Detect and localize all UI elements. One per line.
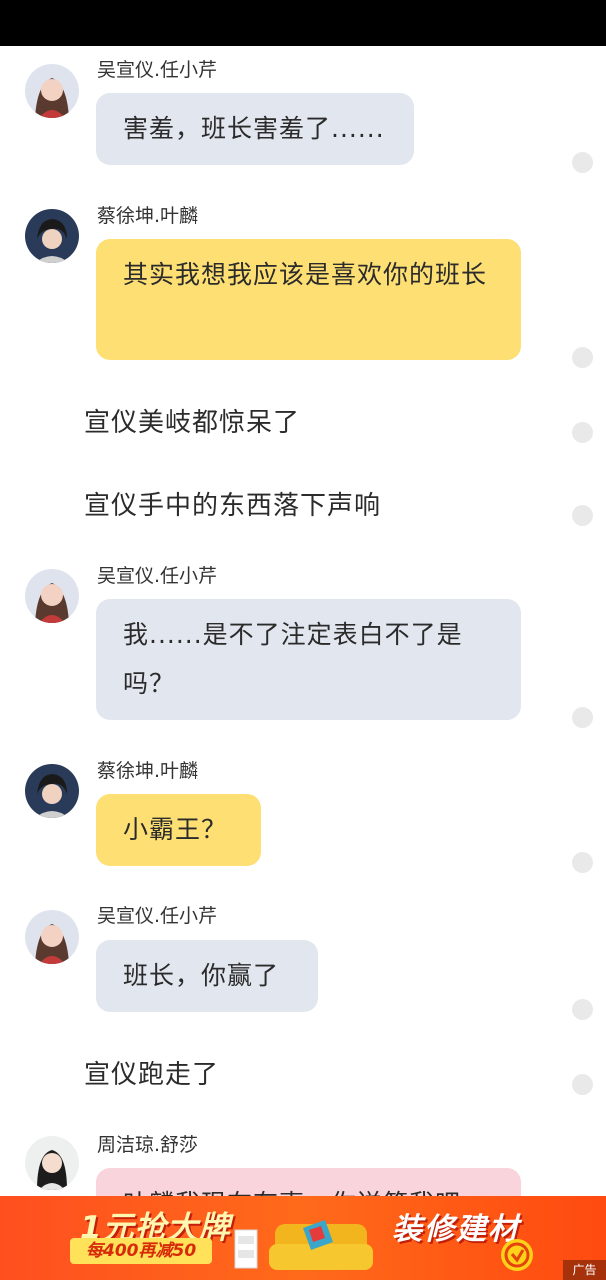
message-bubble[interactable]: 其实我想我应该是喜欢你的班长 <box>96 239 521 360</box>
sender-name: 吴宣仪.任小芹 <box>97 565 218 587</box>
message-status-dot <box>572 852 593 873</box>
message-bubble[interactable]: 叶麟我现在有事，你送第我吧 <box>96 1168 521 1196</box>
ad-badge: 广告 <box>563 1260 606 1280</box>
avatar-cai-xukun[interactable] <box>25 209 79 263</box>
arrow-button-icon[interactable] <box>500 1238 534 1272</box>
narration-text: 宣仪美岐都惊呆了 <box>84 408 301 438</box>
avatar-wu-xuanyi[interactable] <box>25 910 79 964</box>
ad-banner[interactable]: 1元抢大牌 每400再减50 装修建材 <box>0 1196 606 1280</box>
message-bubble[interactable]: 害羞，班长害羞了...... <box>96 93 414 165</box>
sender-name: 吴宣仪.任小芹 <box>97 59 218 81</box>
sender-name: 周洁琼.舒莎 <box>97 1134 199 1156</box>
sender-name: 蔡徐坤.叶麟 <box>97 760 199 782</box>
narration-text: 宣仪手中的东西落下声响 <box>84 491 382 521</box>
avatar-wu-xuanyi[interactable] <box>25 64 79 118</box>
message-bubble[interactable]: 我......是不了注定表白不了是吗？ <box>96 599 521 720</box>
message-bubble[interactable]: 班长，你赢了 <box>96 940 318 1012</box>
message-status-dot <box>572 505 593 526</box>
avatar-cai-xukun[interactable] <box>25 764 79 818</box>
message-bubble[interactable]: 小霸王？ <box>96 794 261 866</box>
message-status-dot <box>572 152 593 173</box>
message-status-dot <box>572 707 593 728</box>
chat-feed[interactable]: 吴宣仪.任小芹 害羞，班长害羞了...... 蔡徐坤.叶麟 其实我想我应该是喜欢… <box>0 46 606 1196</box>
avatar-zhou-jieqiong[interactable] <box>25 1136 79 1190</box>
sofa-icon <box>234 1220 373 1270</box>
message-status-dot <box>572 999 593 1020</box>
narration-text: 宣仪跑走了 <box>84 1060 220 1090</box>
status-bar <box>0 0 606 46</box>
sender-name: 蔡徐坤.叶麟 <box>97 205 199 227</box>
message-status-dot <box>572 422 593 443</box>
ad-subtitle: 每400再减50 <box>70 1238 213 1264</box>
sender-name: 吴宣仪.任小芹 <box>97 905 218 927</box>
message-status-dot <box>572 347 593 368</box>
avatar-wu-xuanyi[interactable] <box>25 569 79 623</box>
message-status-dot <box>572 1074 593 1095</box>
